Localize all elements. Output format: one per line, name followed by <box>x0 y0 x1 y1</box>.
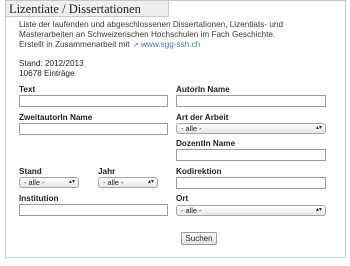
stand-label: Stand <box>19 167 42 176</box>
zweitautor-label: ZweitautorIn Name <box>19 113 93 122</box>
updown-arrow-icon: ▴▾ <box>315 125 322 131</box>
description-line-3: Erstellt in Zusammenarbeit mit ↗ www.sgg… <box>19 40 339 51</box>
art-selected: - alle - <box>181 124 202 133</box>
ort-select[interactable]: - alle - ▴▾ <box>176 205 326 216</box>
institution-input[interactable] <box>19 204 168 216</box>
stand-selected: - alle - <box>24 178 45 187</box>
jahr-selected: - alle - <box>103 178 124 187</box>
kodirektion-label: Kodirektion <box>176 167 222 176</box>
autor-input[interactable] <box>176 95 326 107</box>
text-input[interactable] <box>19 95 168 107</box>
status-info: Stand: 2012/2013 10678 Einträge <box>19 59 84 79</box>
search-button[interactable]: Suchen <box>181 232 217 245</box>
institution-label: Institution <box>19 194 59 203</box>
updown-arrow-icon: ▴▾ <box>147 179 154 185</box>
updown-arrow-icon: ▴▾ <box>315 207 322 213</box>
description-line-2: Masterarbeiten an Schweizerischen Hochsc… <box>19 30 276 39</box>
updown-arrow-icon: ▴▾ <box>68 179 75 185</box>
jahr-select[interactable]: - alle - ▴▾ <box>98 177 158 188</box>
entry-count: 10678 Einträge <box>19 69 75 78</box>
ort-label: Ort <box>176 194 189 203</box>
description-line-1: Liste der laufenden und abgeschlossenen … <box>19 20 283 29</box>
jahr-label: Jahr <box>98 167 116 176</box>
text-label: Text <box>19 85 36 94</box>
search-panel: Lizentiate / Dissertationen Liste der la… <box>5 0 346 258</box>
dozent-input[interactable] <box>176 149 326 161</box>
zweitautor-input[interactable] <box>19 123 168 135</box>
autor-label: AutorIn Name <box>176 85 230 94</box>
panel-title: Lizentiate / Dissertationen <box>6 1 169 17</box>
art-select[interactable]: - alle - ▴▾ <box>176 123 326 134</box>
stand-select[interactable]: - alle - ▴▾ <box>19 177 79 188</box>
dozent-label: DozentIn Name <box>176 139 236 148</box>
sgg-link[interactable]: www.sgg-ssh.ch <box>141 40 200 49</box>
stand-text: Stand: 2012/2013 <box>19 59 84 68</box>
description: Liste der laufenden und abgeschlossenen … <box>19 20 339 51</box>
art-label: Art der Arbeit <box>176 113 229 122</box>
ort-selected: - alle - <box>181 206 202 215</box>
external-link-icon: ↗ <box>132 42 139 49</box>
description-prefix: Erstellt in Zusammenarbeit mit <box>19 40 130 49</box>
kodirektion-input[interactable] <box>176 177 326 189</box>
